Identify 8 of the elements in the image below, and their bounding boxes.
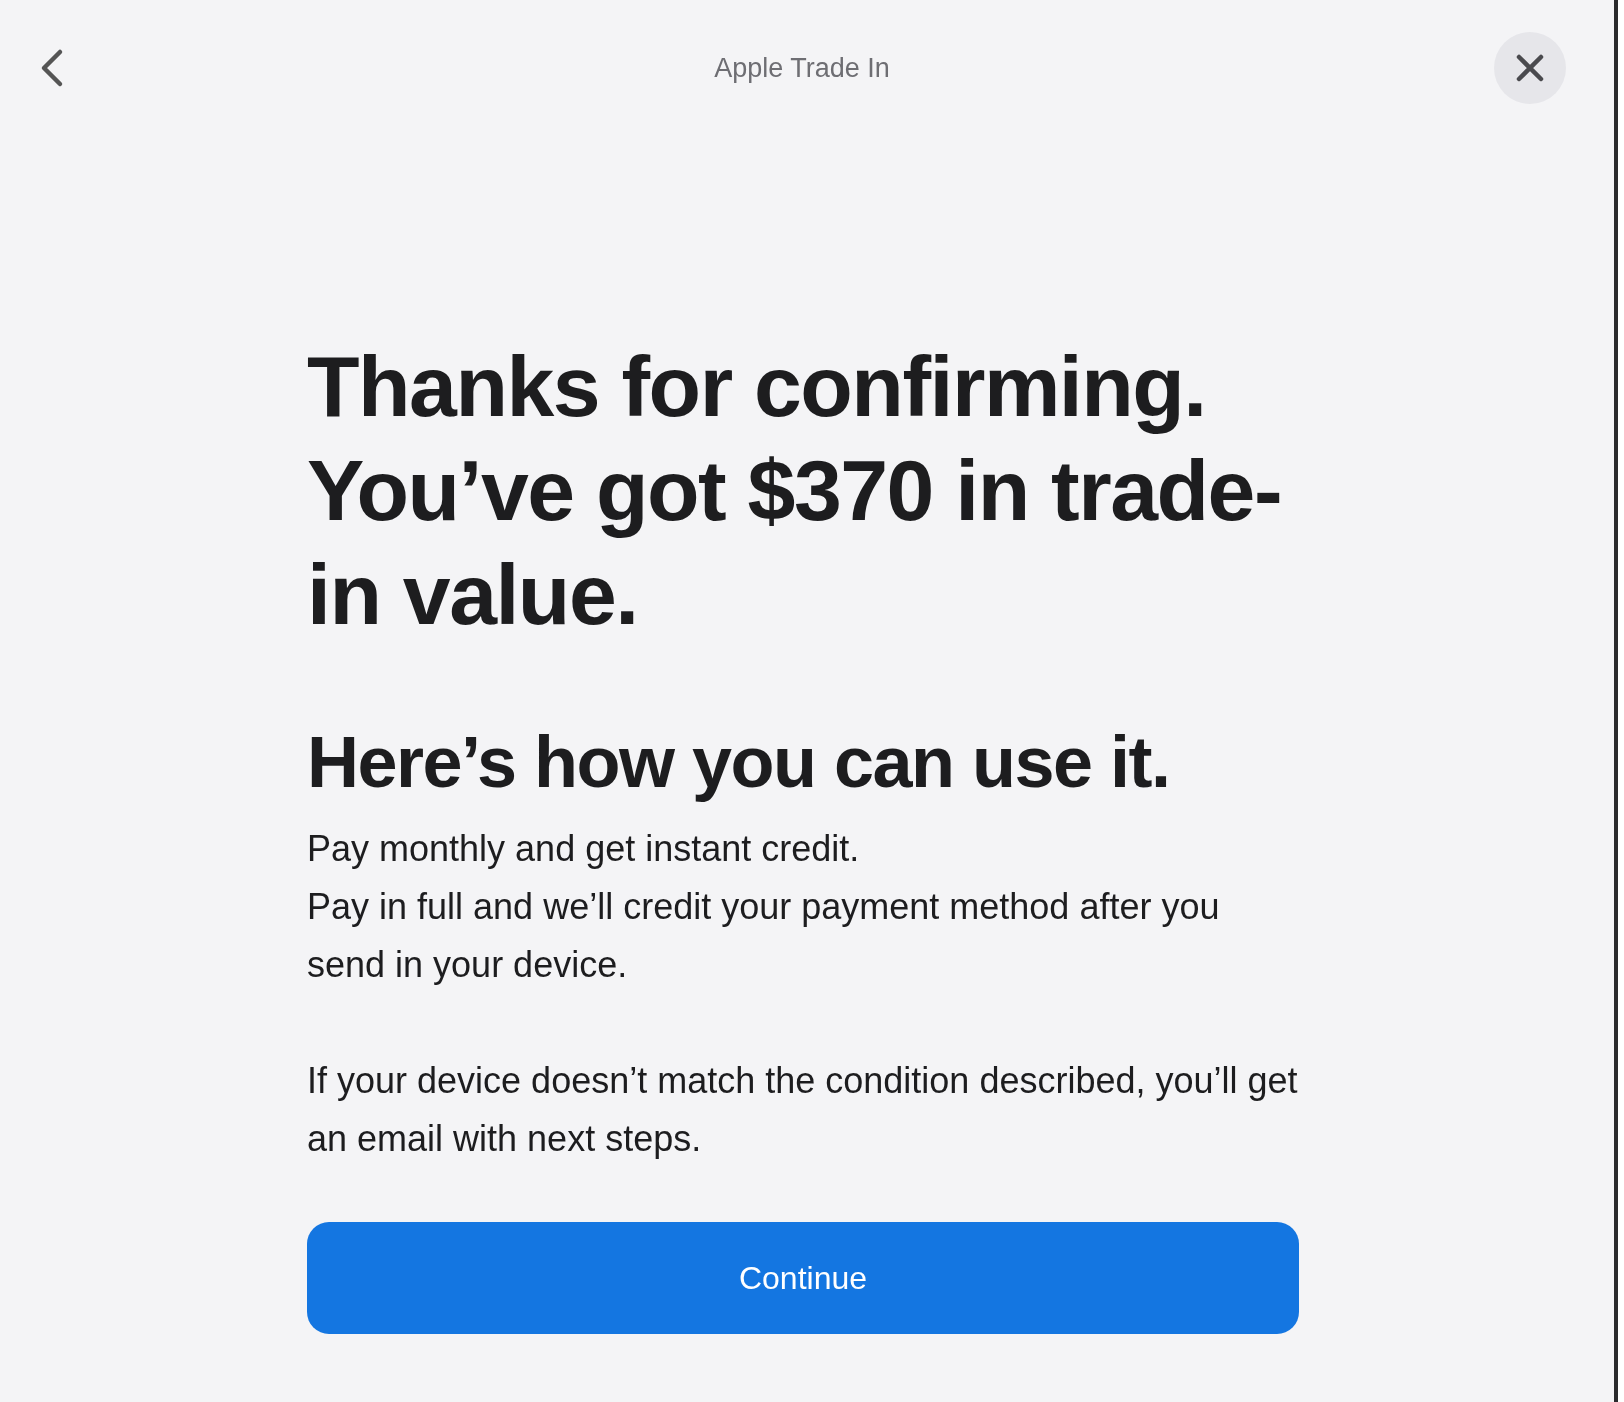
body-paragraph: Pay in full and we’ll credit your payment method after you send in your device.: [307, 885, 1221, 987]
subheading: Here’s how you can use it.: [307, 721, 1171, 804]
continue-button[interactable]: Continue: [307, 1222, 1299, 1334]
close-icon: [1516, 54, 1544, 82]
heading: Thanks for confirming. You’ve got $370 in trade-in value.: [307, 337, 1283, 644]
body-paragraph: Pay monthly and get instant credit.: [307, 827, 861, 871]
body-paragraph: If your device doesn’t match the condition described, you’ll get an email with next steps.: [307, 1059, 1299, 1161]
header-title: Apple Trade In: [713, 52, 891, 84]
